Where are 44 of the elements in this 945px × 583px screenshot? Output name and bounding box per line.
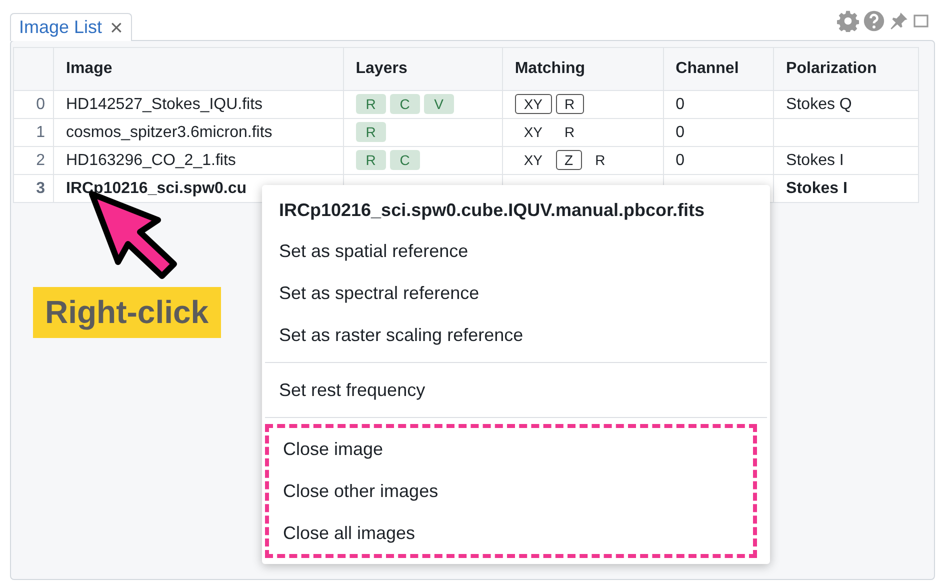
matching-toggle[interactable]: R bbox=[556, 122, 584, 142]
table-cell: HD163296_CO_2_1.fits bbox=[54, 146, 344, 174]
matching-toggle[interactable]: XY bbox=[514, 122, 552, 142]
table-cell: 0 bbox=[663, 90, 774, 118]
table-cell: Stokes Q bbox=[774, 90, 918, 118]
column-header: Channel bbox=[663, 48, 774, 90]
callout-label: Right-click bbox=[33, 287, 221, 338]
matching-toggle[interactable]: XY bbox=[514, 94, 552, 114]
tab[interactable]: Image List × bbox=[10, 13, 132, 41]
table-cell: HD142527_Stokes_IQU.fits bbox=[54, 90, 344, 118]
table-cell: cosmos_spitzer3.6micron.fits bbox=[54, 118, 344, 146]
layer-tag[interactable]: V bbox=[424, 94, 454, 114]
pin-icon[interactable] bbox=[889, 11, 909, 31]
layer-tag[interactable]: R bbox=[356, 94, 386, 114]
matching-toggle[interactable]: XY bbox=[514, 150, 552, 170]
matching-toggle[interactable]: R bbox=[556, 94, 584, 114]
layer-tag[interactable]: R bbox=[356, 150, 386, 170]
layer-tag[interactable]: C bbox=[390, 94, 420, 114]
row-index: 2 bbox=[14, 146, 54, 174]
menu-item[interactable]: Set as spatial reference bbox=[265, 230, 767, 272]
menu-item[interactable]: Close all images bbox=[269, 512, 753, 554]
layer-tag[interactable]: C bbox=[390, 150, 420, 170]
table-cell: 0 bbox=[663, 146, 774, 174]
row-index: 0 bbox=[14, 90, 54, 118]
matching-toggle[interactable]: Z bbox=[556, 150, 582, 170]
column-header: Layers bbox=[343, 48, 502, 90]
table-cell: Stokes I bbox=[774, 174, 918, 202]
settings-icon[interactable] bbox=[837, 10, 859, 32]
column-header: Image bbox=[54, 48, 344, 90]
menu-item[interactable]: Close image bbox=[269, 428, 753, 470]
layer-tag[interactable]: R bbox=[356, 122, 386, 142]
table-cell: 0 bbox=[663, 118, 774, 146]
row-index: 1 bbox=[14, 118, 54, 146]
column-header: Polarization bbox=[774, 48, 918, 90]
row-index: 3 bbox=[14, 174, 54, 202]
menu-item[interactable]: Set as spectral reference bbox=[265, 272, 767, 314]
menu-item[interactable]: Set as raster scaling reference bbox=[265, 314, 767, 356]
table-cell: Stokes I bbox=[774, 146, 918, 174]
column-header: Matching bbox=[502, 48, 664, 90]
maximize-icon[interactable] bbox=[913, 13, 929, 29]
menu-item[interactable]: Close other images bbox=[269, 470, 753, 512]
matching-toggle[interactable]: R bbox=[586, 150, 614, 170]
menu-item[interactable]: Set rest frequency bbox=[265, 369, 767, 411]
help-icon[interactable] bbox=[863, 10, 885, 32]
